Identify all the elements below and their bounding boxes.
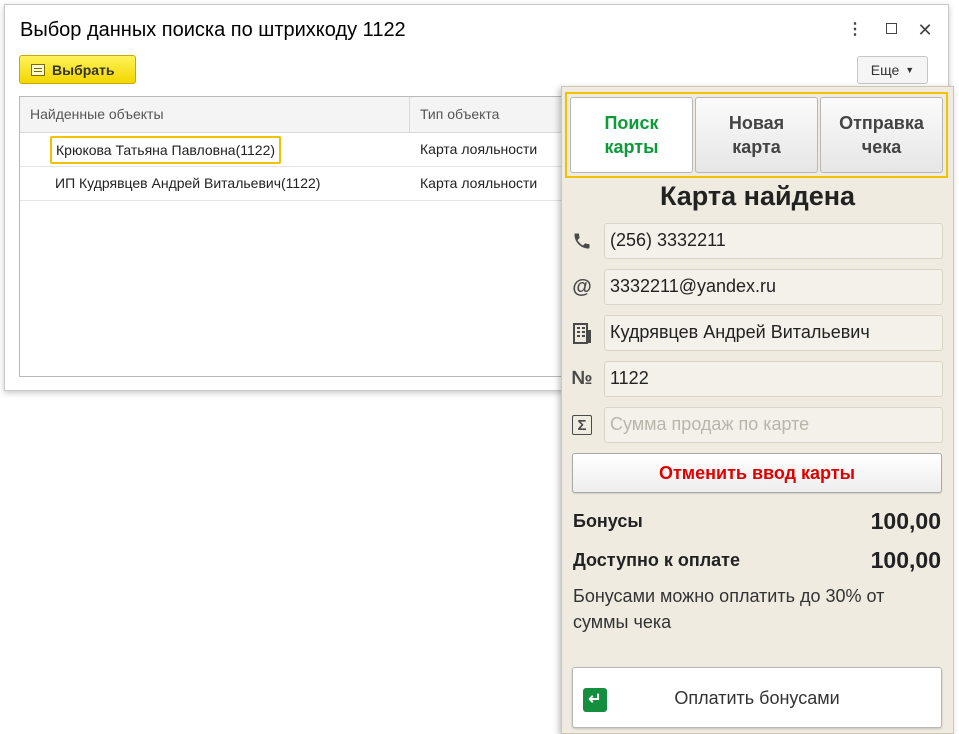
email-row: @ 3332211@yandex.ru <box>570 269 944 305</box>
maximize-button[interactable] <box>881 19 901 41</box>
tab-send-receipt[interactable]: Отправка чека <box>820 97 943 173</box>
pay-with-bonuses-button[interactable]: ↵ Оплатить бонусами <box>572 667 942 728</box>
more-button-label: Еще <box>870 62 900 78</box>
table-row[interactable]: Крюкова Татьяна Павловна(1122) Карта лоя… <box>20 133 561 167</box>
phone-row: (256) 3332211 <box>570 223 944 259</box>
more-actions-icon[interactable]: ⋮ <box>845 19 865 41</box>
loyalty-card-panel: Поиск карты Новая карта Отправка чека Ка… <box>561 86 954 734</box>
sales-sum-row: Σ Сумма продаж по карте <box>570 407 944 443</box>
sales-sum-field[interactable]: Сумма продаж по карте <box>604 407 943 443</box>
at-icon: @ <box>572 275 592 298</box>
cancel-card-input-button[interactable]: Отменить ввод карты <box>572 453 942 493</box>
select-button-label: Выбрать <box>52 61 115 78</box>
found-object-cell[interactable]: Крюкова Татьяна Павловна(1122) <box>50 136 282 164</box>
dialog-title: Выбор данных поиска по штрихкоду 1122 <box>20 19 406 41</box>
bonuses-value: 100,00 <box>870 508 941 534</box>
object-type-cell[interactable]: Карта лояльности <box>420 175 537 191</box>
available-label: Доступно к оплате <box>573 550 740 570</box>
table-header: Найденные объекты Тип объекта <box>20 97 561 133</box>
more-button[interactable]: Еще ▼ <box>857 56 928 84</box>
tab-card-search[interactable]: Поиск карты <box>570 97 693 173</box>
card-number-field[interactable]: 1122 <box>604 361 943 397</box>
building-icon <box>570 321 594 345</box>
card-found-heading: Карта найдена <box>659 181 856 211</box>
table-row[interactable]: ИП Кудрявцев Андрей Витальевич(1122) Кар… <box>20 167 561 201</box>
email-field[interactable]: 3332211@yandex.ru <box>604 269 943 305</box>
close-button[interactable]: ✕ <box>915 19 935 41</box>
owner-row: Кудрявцев Андрей Витальевич <box>570 315 944 351</box>
card-number-row: № 1122 <box>570 361 944 397</box>
maximize-icon <box>885 23 897 34</box>
column-header-found-objects[interactable]: Найденные объекты <box>30 106 164 122</box>
card-owner-field[interactable]: Кудрявцев Андрей Витальевич <box>604 315 943 351</box>
available-row: Доступно к оплате 100,00 <box>573 547 941 573</box>
found-objects-table: Найденные объекты Тип объекта Крюкова Та… <box>19 96 562 377</box>
phone-field[interactable]: (256) 3332211 <box>604 223 943 259</box>
select-button[interactable]: Выбрать <box>19 55 136 84</box>
sigma-icon: Σ <box>572 415 592 435</box>
panel-tabs: Поиск карты Новая карта Отправка чека <box>565 92 948 178</box>
bonus-payment-note: Бонусами можно оплатить до 30% от суммы … <box>573 586 885 632</box>
tab-new-card[interactable]: Новая карта <box>695 97 818 173</box>
object-type-cell[interactable]: Карта лояльности <box>420 141 537 157</box>
phone-icon <box>570 229 594 253</box>
column-header-object-type[interactable]: Тип объекта <box>420 106 499 122</box>
available-value: 100,00 <box>870 547 941 573</box>
number-sign-icon: № <box>571 368 593 389</box>
pay-with-bonuses-label: Оплатить бонусами <box>674 688 840 708</box>
chevron-down-icon: ▼ <box>905 65 915 75</box>
bonuses-row: Бонусы 100,00 <box>573 508 941 534</box>
found-object-cell[interactable]: ИП Кудрявцев Андрей Витальевич(1122) <box>55 175 320 191</box>
bonuses-label: Бонусы <box>573 511 643 531</box>
column-divider[interactable] <box>409 97 410 132</box>
select-list-icon <box>31 63 45 76</box>
